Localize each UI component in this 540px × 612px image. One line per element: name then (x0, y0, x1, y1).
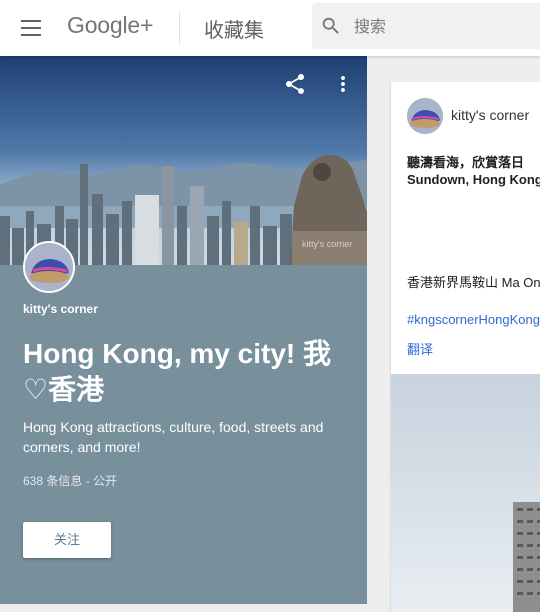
post-author-avatar[interactable] (407, 98, 443, 134)
avatar-image (407, 98, 443, 134)
share-icon[interactable] (283, 72, 307, 96)
search-box[interactable] (312, 3, 540, 49)
post-title-english: Sundown, Hong Kong (407, 172, 540, 187)
search-icon[interactable] (320, 15, 342, 37)
collection-owner-name[interactable]: kitty's corner (23, 302, 98, 316)
collection-title: Hong Kong, my city! 我♡香港 (23, 338, 332, 405)
collection-meta: 638 条信息 - 公开 (23, 474, 118, 488)
page-title: 收藏集 (204, 20, 264, 42)
header-divider (179, 12, 180, 44)
post-author-name[interactable]: kitty's corner (451, 107, 529, 123)
menu-icon[interactable] (21, 20, 41, 36)
search-input[interactable] (352, 15, 536, 41)
collection-cover-image: kitty's corner (0, 56, 367, 265)
post-card[interactable]: kitty's corner 聽濤看海，欣賞落日 Sundown, Hong K… (391, 82, 540, 612)
google-plus-logo[interactable]: Google+ (67, 12, 153, 39)
translate-link[interactable]: 翻译 (407, 339, 433, 358)
more-vert-icon[interactable] (331, 72, 355, 96)
post-location: 香港新界馬鞍山 Ma On Shan (407, 275, 540, 290)
avatar-image (25, 243, 73, 291)
post-hashtag-link[interactable]: #kngscornerHongKong (407, 312, 540, 327)
collection-panel: kitty's corner kitty's corner Hong Kong,… (0, 56, 367, 604)
post-photo[interactable] (391, 374, 540, 612)
follow-button[interactable]: 关注 (23, 522, 111, 558)
collection-description: Hong Kong attractions, culture, food, st… (23, 419, 324, 455)
cover-watermark: kitty's corner (302, 239, 352, 249)
top-app-bar: Google+ 收藏集 (0, 0, 540, 56)
post-title-chinese: 聽濤看海，欣賞落日 (407, 155, 525, 170)
owner-avatar[interactable] (23, 241, 75, 293)
